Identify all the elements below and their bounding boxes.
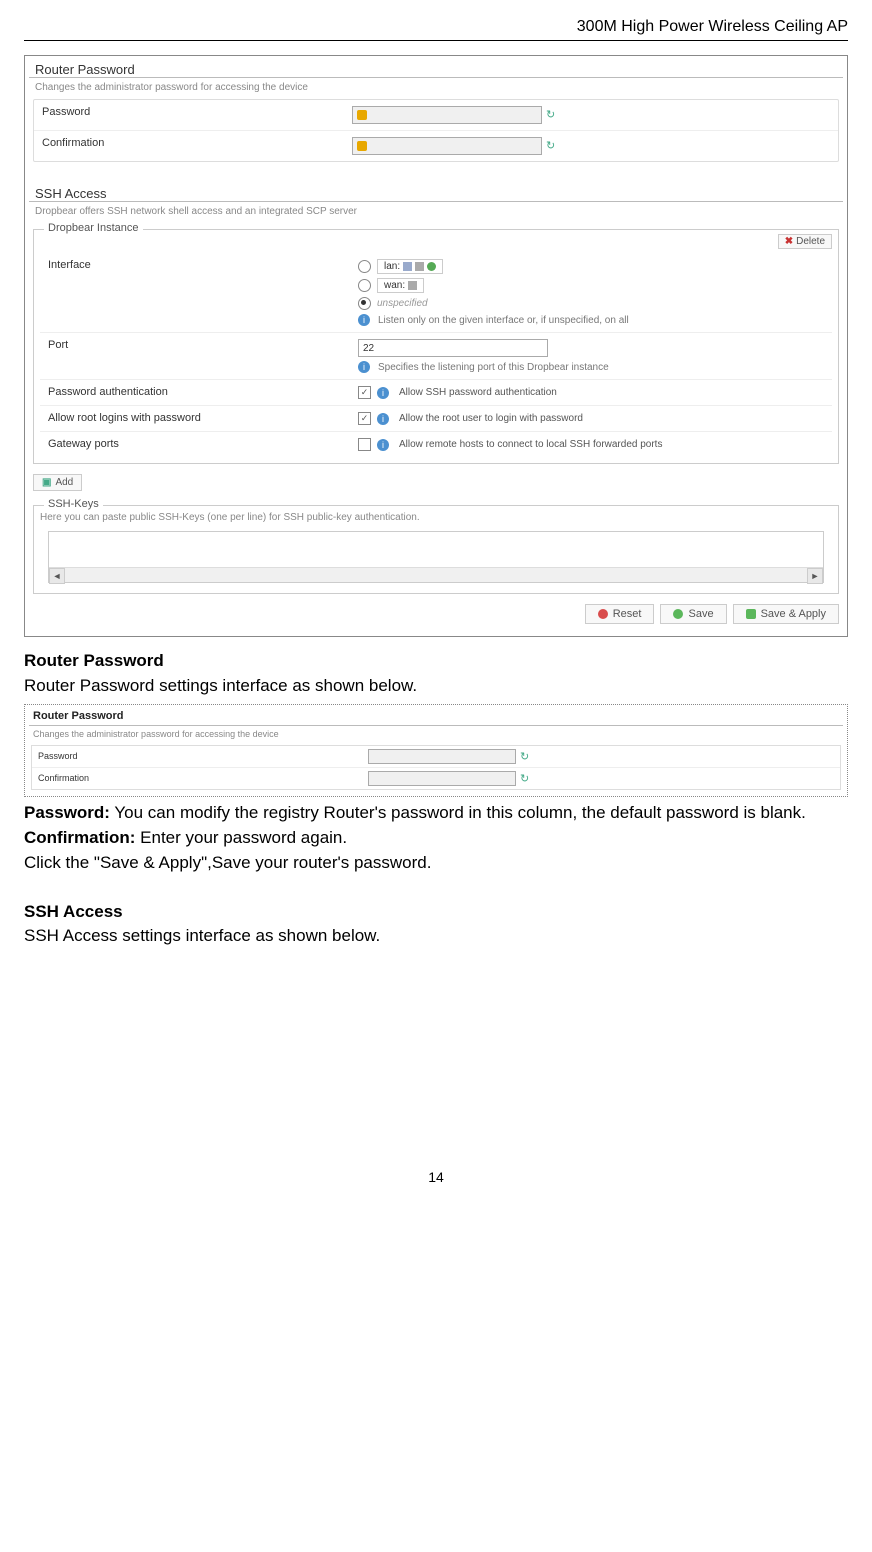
ssh-keys-fieldset: SSH-Keys Here you can paste public SSH-K… [33, 505, 839, 594]
row-interface: Interface lan: wan: unspecified iListe [40, 253, 832, 333]
doc-para-confirmation: Confirmation: Enter your password again. [24, 826, 848, 851]
label-root-login: Allow root logins with password [48, 412, 358, 424]
ssh-keys-textarea[interactable]: ◄ ► [48, 531, 824, 583]
row-gateway-ports: Gateway ports i Allow remote hosts to co… [40, 432, 832, 457]
close-icon: ✖ [785, 236, 793, 247]
add-button[interactable]: ▣ Add [33, 474, 82, 491]
section-title-ssh-access: SSH Access [29, 180, 843, 202]
screenshot-admin-page: Router Password Changes the administrato… [24, 55, 848, 637]
delete-label: Delete [796, 236, 825, 247]
row-port: Port 22 i Specifies the listening port of… [40, 333, 832, 380]
iface-lan: lan: [377, 259, 443, 274]
label-gateway-ports: Gateway ports [48, 438, 358, 450]
key-icon [357, 141, 367, 151]
action-bar: Reset Save Save & Apply [33, 604, 839, 624]
page-number: 14 [24, 1169, 848, 1185]
section-title-router-password: Router Password [29, 56, 843, 78]
radio-unspecified[interactable] [358, 297, 371, 310]
apply-icon [746, 609, 756, 619]
iface-wan: wan: [377, 278, 424, 293]
refresh-icon[interactable] [520, 774, 530, 784]
radio-wan[interactable] [358, 279, 371, 292]
add-label: Add [55, 477, 73, 488]
refresh-icon[interactable] [546, 110, 556, 120]
doc-intro-ssh-access: SSH Access settings interface as shown b… [24, 924, 848, 949]
net-icon [403, 262, 412, 271]
radio-lan[interactable] [358, 260, 371, 273]
doc-para-click: Click the "Save & Apply",Save your route… [24, 851, 848, 876]
password-input[interactable] [352, 106, 542, 124]
checkbox-root-login[interactable]: ✓ [358, 412, 371, 425]
checkbox-password-auth[interactable]: ✓ [358, 386, 371, 399]
row-password: Password [34, 100, 838, 131]
refresh-icon[interactable] [546, 141, 556, 151]
label-confirmation: Confirmation [42, 137, 352, 149]
port-input[interactable]: 22 [358, 339, 548, 357]
info-icon: i [377, 413, 389, 425]
ss2-password-input[interactable] [368, 749, 516, 764]
reset-button[interactable]: Reset [585, 604, 655, 624]
doc-heading-ssh-access: SSH Access [24, 900, 848, 925]
label-interface: Interface [48, 259, 358, 271]
section-desc-router-password: Changes the administrator password for a… [25, 78, 847, 99]
save-apply-label: Save & Apply [761, 608, 826, 620]
scroll-left-button[interactable]: ◄ [49, 568, 65, 584]
dropbear-legend: Dropbear Instance [44, 222, 143, 234]
delete-button[interactable]: ✖ Delete [778, 234, 832, 249]
ss2-label-password: Password [38, 750, 368, 763]
dropbear-fieldset: Dropbear Instance ✖ Delete Interface lan… [33, 229, 839, 464]
gateway-ports-note: Allow remote hosts to connect to local S… [399, 439, 662, 450]
info-icon: i [377, 387, 389, 399]
info-icon: i [377, 439, 389, 451]
label-port: Port [48, 339, 358, 351]
save-icon [673, 609, 683, 619]
save-label: Save [688, 608, 713, 620]
refresh-icon[interactable] [520, 752, 530, 762]
ss2-row-password: Password [32, 746, 840, 768]
doc-heading-router-password: Router Password [24, 649, 848, 674]
reset-label: Reset [613, 608, 642, 620]
reset-icon [598, 609, 608, 619]
info-icon: i [358, 314, 370, 326]
router-password-form: Password Confirmation [33, 99, 839, 162]
doc-intro-router-password: Router Password settings interface as sh… [24, 674, 848, 699]
key-icon [357, 110, 367, 120]
doc-para-password: Password: You can modify the registry Ro… [24, 801, 848, 826]
ss2-confirmation-input[interactable] [368, 771, 516, 786]
root-login-note: Allow the root user to login with passwo… [399, 413, 583, 424]
password-auth-note: Allow SSH password authentication [399, 387, 557, 398]
net-icon [415, 262, 424, 271]
page-header: 300M High Power Wireless Ceiling AP [24, 12, 848, 41]
label-password-auth: Password authentication [48, 386, 358, 398]
scroll-right-button[interactable]: ► [807, 568, 823, 584]
row-confirmation: Confirmation [34, 131, 838, 161]
label-unspecified: unspecified [377, 298, 428, 309]
key-icon [372, 753, 380, 761]
confirmation-input[interactable] [352, 137, 542, 155]
save-button[interactable]: Save [660, 604, 726, 624]
ss2-label-confirmation: Confirmation [38, 772, 368, 785]
ss2-desc: Changes the administrator password for a… [27, 726, 845, 745]
checkbox-gateway-ports[interactable] [358, 438, 371, 451]
scrollbar[interactable]: ◄ ► [49, 567, 823, 582]
key-icon [372, 775, 380, 783]
info-icon: i [358, 361, 370, 373]
row-root-login: Allow root logins with password ✓ i Allo… [40, 406, 832, 432]
port-note: Specifies the listening port of this Dro… [378, 362, 609, 373]
save-apply-button[interactable]: Save & Apply [733, 604, 839, 624]
ssh-keys-desc: Here you can paste public SSH-Keys (one … [40, 510, 832, 527]
row-password-auth: Password authentication ✓ i Allow SSH pa… [40, 380, 832, 406]
ss2-row-confirmation: Confirmation [32, 768, 840, 789]
interface-note: Listen only on the given interface or, i… [378, 315, 629, 326]
ssh-keys-legend: SSH-Keys [44, 498, 103, 510]
label-password: Password [42, 106, 352, 118]
net-icon [427, 262, 436, 271]
section-desc-ssh-access: Dropbear offers SSH network shell access… [25, 202, 847, 223]
screenshot-router-password: Router Password Changes the administrato… [24, 704, 848, 797]
net-icon [408, 281, 417, 290]
add-icon: ▣ [42, 477, 51, 488]
ss2-title: Router Password [29, 707, 843, 726]
